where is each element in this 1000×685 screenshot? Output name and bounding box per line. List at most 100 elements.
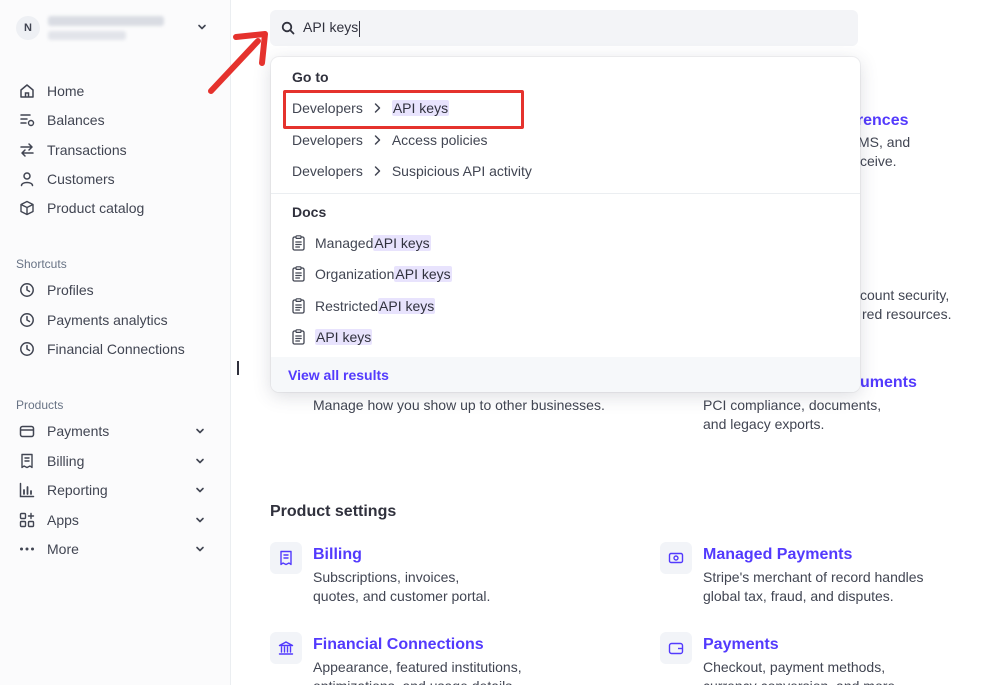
sidebar-item-more[interactable]: More	[16, 536, 216, 562]
settings-card-desc-peek: red resources.	[862, 306, 952, 322]
docs-result-api-keys[interactable]: API keys	[292, 326, 373, 348]
financial-connections-desc: optimizations, and usage details.	[313, 676, 516, 685]
document-icon	[292, 298, 306, 314]
sidebar-item-label: Billing	[47, 453, 85, 469]
account-switcher[interactable]: N	[16, 14, 216, 44]
docs-result-restricted-api-keys[interactable]: Restricted API keys	[292, 295, 436, 317]
sidebar-item-label: Financial Connections	[47, 341, 185, 357]
payments-settings-desc: Checkout, payment methods,	[703, 659, 886, 675]
sidebar-item-apps[interactable]: Apps	[16, 507, 216, 533]
sidebar-item-label: Home	[47, 83, 85, 99]
billing-settings-link[interactable]: Billing	[313, 546, 362, 564]
docs-result-managed-api-keys[interactable]: Managed API keys	[292, 232, 431, 254]
compliance-desc-line1: PCI compliance, documents,	[703, 397, 882, 413]
result-child: Access policies	[391, 132, 488, 148]
sidebar-item-label: Balances	[47, 112, 105, 128]
sidebar-item-payments[interactable]: Payments	[16, 418, 216, 444]
transactions-icon	[16, 141, 38, 159]
result-parent: Developers	[292, 132, 363, 148]
balances-icon	[16, 111, 38, 129]
chevron-down-icon	[194, 424, 206, 440]
product-catalog-icon	[16, 199, 38, 217]
sidebar-item-billing[interactable]: Billing	[16, 448, 216, 474]
view-all-results-footer[interactable]: View all results	[271, 357, 860, 392]
apps-icon	[16, 511, 38, 529]
managed-payments-icon	[660, 542, 692, 574]
home-icon	[16, 82, 38, 100]
chevron-down-icon	[194, 513, 206, 529]
goto-result-access-policies[interactable]: Developers Access policies	[292, 129, 488, 151]
financial-connections-desc: Appearance, featured institutions,	[313, 659, 522, 675]
chevron-down-icon	[194, 542, 206, 558]
search-input[interactable]: API keys	[303, 19, 361, 37]
clock-icon	[16, 340, 38, 358]
account-avatar: N	[16, 16, 40, 40]
chevron-down-icon	[194, 454, 206, 470]
managed-payments-link[interactable]: Managed Payments	[703, 546, 852, 564]
result-child: Suspicious API activity	[391, 163, 532, 179]
result-prefix: Managed	[315, 235, 374, 251]
result-match-highlight: API keys	[394, 266, 452, 282]
sidebar-item-label: Customers	[47, 171, 115, 187]
result-match-highlight: API keys	[315, 329, 373, 345]
sidebar-item-home[interactable]: Home	[16, 78, 216, 104]
sidebar-item-label: Payments analytics	[47, 312, 168, 328]
search-input-value: API keys	[303, 19, 359, 36]
sidebar-item-profiles[interactable]: Profiles	[16, 277, 216, 303]
result-parent: Developers	[292, 163, 363, 179]
section-divider	[271, 193, 860, 194]
sidebar-item-payments-analytics[interactable]: Payments analytics	[16, 307, 216, 333]
billing-settings-desc: quotes, and customer portal.	[313, 588, 491, 604]
settings-card-desc-peek: ceive.	[860, 153, 897, 169]
sidebar-item-product-catalog[interactable]: Product catalog	[16, 195, 216, 221]
sidebar-item-balances[interactable]: Balances	[16, 107, 216, 133]
text-caret	[359, 20, 361, 37]
sidebar-item-label: Payments	[47, 423, 110, 439]
wallet-icon	[660, 632, 692, 664]
compliance-desc-line2: and legacy exports.	[703, 416, 825, 432]
sidebar: N Home Balances Transactions Customers P…	[0, 0, 231, 685]
settings-card-desc-peek: count security,	[860, 287, 950, 303]
goto-section-label: Go to	[292, 69, 329, 85]
managed-payments-desc: global tax, fraud, and disputes.	[703, 588, 894, 604]
financial-connections-link[interactable]: Financial Connections	[313, 636, 484, 654]
bank-icon	[270, 632, 302, 664]
settings-card-desc-peek: MS, and	[858, 134, 911, 150]
result-match-highlight: API keys	[373, 235, 431, 251]
document-icon	[292, 235, 306, 251]
sidebar-item-label: More	[47, 541, 79, 557]
customers-icon	[16, 170, 38, 188]
sidebar-item-reporting[interactable]: Reporting	[16, 477, 216, 503]
public-details-desc: Manage how you show up to other business…	[313, 397, 605, 413]
docs-result-organization-api-keys[interactable]: Organization API keys	[292, 263, 452, 285]
docs-section-label: Docs	[292, 204, 327, 220]
reporting-icon	[16, 481, 38, 499]
billing-settings-desc: Subscriptions, invoices,	[313, 569, 460, 585]
payments-settings-desc: currency conversion, and more.	[703, 676, 899, 685]
more-icon	[16, 540, 38, 558]
sidebar-item-transactions[interactable]: Transactions	[16, 137, 216, 163]
products-section-label: Products	[16, 398, 64, 412]
text-cursor-mark	[237, 361, 239, 375]
managed-payments-desc: Stripe's merchant of record handles	[703, 569, 924, 585]
goto-result-suspicious-api-activity[interactable]: Developers Suspicious API activity	[292, 160, 532, 182]
sidebar-item-label: Transactions	[47, 142, 127, 158]
sidebar-item-label: Product catalog	[47, 200, 145, 216]
view-all-results-link[interactable]: View all results	[288, 367, 389, 383]
payments-settings-link[interactable]: Payments	[703, 636, 779, 654]
document-icon	[292, 266, 306, 282]
sidebar-item-financial-connections[interactable]: Financial Connections	[16, 336, 216, 362]
payments-icon	[16, 422, 38, 440]
result-prefix: Organization	[315, 266, 395, 282]
account-name-redacted	[48, 16, 164, 26]
document-icon	[292, 329, 306, 345]
shortcuts-section-label: Shortcuts	[16, 257, 67, 271]
sidebar-item-customers[interactable]: Customers	[16, 166, 216, 192]
sidebar-item-label: Profiles	[47, 282, 94, 298]
result-match-highlight: API keys	[378, 298, 436, 314]
chevron-right-icon	[373, 165, 382, 177]
search-bar[interactable]: API keys	[270, 10, 858, 46]
clock-icon	[16, 281, 38, 299]
billing-settings-icon	[270, 542, 302, 574]
settings-card-title-peek[interactable]: uments	[860, 374, 917, 392]
